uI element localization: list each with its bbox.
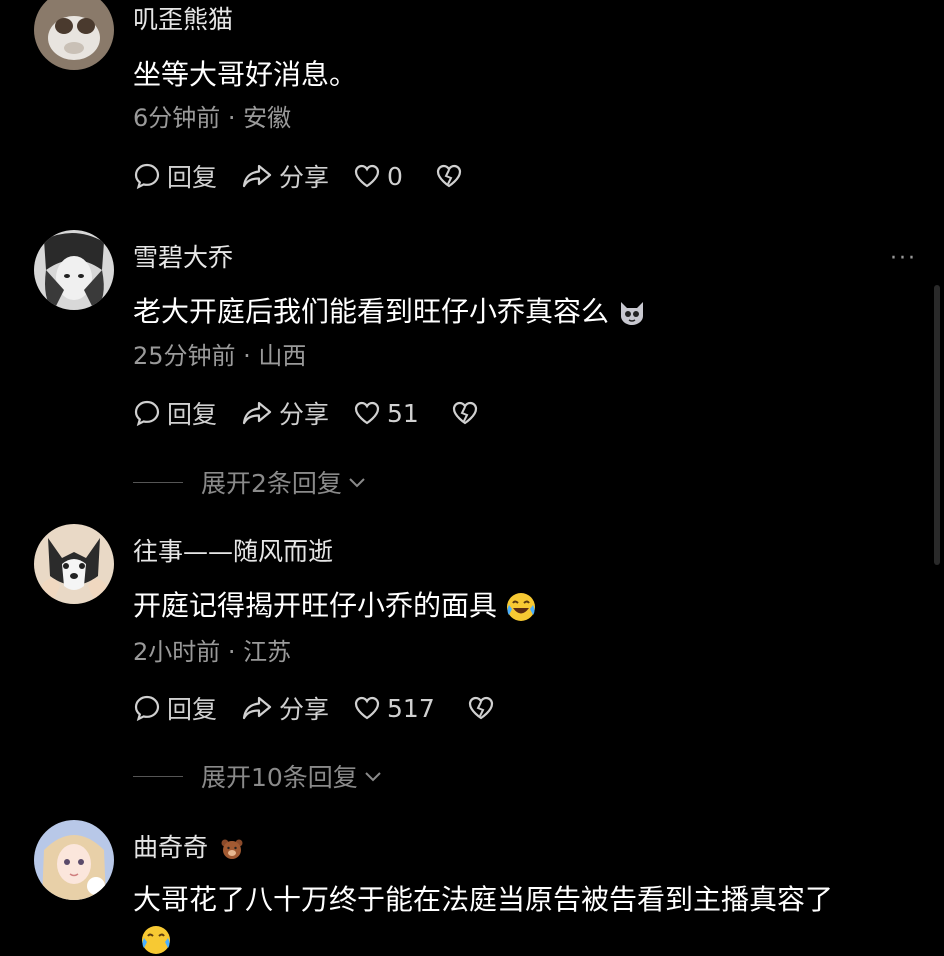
chevron-down-icon bbox=[349, 478, 365, 488]
expand-replies-button[interactable]: 展开2条回复 bbox=[133, 464, 368, 500]
comment-bubble-icon bbox=[134, 400, 160, 427]
comment-text-body: 老大开庭后我们能看到旺仔小乔真容么 bbox=[133, 295, 610, 328]
username-label: 曲奇奇 bbox=[133, 833, 209, 862]
comment-text: 开庭记得揭开旺仔小乔的面具 bbox=[133, 584, 537, 624]
share-arrow-icon bbox=[242, 696, 272, 720]
like-count: 0 bbox=[387, 161, 403, 191]
expand-replies-button[interactable]: 展开10条回复 bbox=[133, 758, 384, 794]
share-label: 分享 bbox=[279, 163, 330, 192]
dislike-button[interactable] bbox=[451, 399, 485, 427]
like-button[interactable]: 517 bbox=[353, 694, 435, 723]
avatar[interactable] bbox=[34, 820, 114, 900]
share-label: 分享 bbox=[279, 695, 330, 724]
comment-actions: 回复 分享 51 bbox=[133, 397, 485, 429]
avatar[interactable] bbox=[34, 524, 114, 604]
broken-heart-icon bbox=[468, 696, 493, 720]
comment-actions: 回复 分享 0 bbox=[133, 160, 469, 192]
expand-replies-label: 展开10条回复 bbox=[201, 763, 358, 792]
comment-meta: 25分钟前 · 山西 bbox=[133, 342, 307, 370]
share-button[interactable]: 分享 bbox=[241, 690, 329, 726]
laughing-crying-emoji-icon bbox=[507, 593, 536, 621]
heart-icon bbox=[354, 401, 380, 425]
like-count: 517 bbox=[387, 693, 435, 723]
reply-label: 回复 bbox=[167, 400, 218, 429]
comment-bubble-icon bbox=[134, 695, 160, 722]
cat-emoji-icon bbox=[621, 302, 644, 325]
share-label: 分享 bbox=[279, 400, 330, 429]
comment-meta: 2小时前 · 江苏 bbox=[133, 638, 292, 666]
comment-text-body: 开庭记得揭开旺仔小乔的面具 bbox=[133, 589, 498, 622]
bear-emoji-icon bbox=[221, 839, 243, 859]
comment-meta: 6分钟前 · 安徽 bbox=[133, 104, 292, 132]
expand-replies-label: 展开2条回复 bbox=[201, 469, 342, 498]
laughing-crying-emoji-icon bbox=[142, 926, 170, 954]
share-arrow-icon bbox=[242, 164, 272, 188]
reply-button[interactable]: 回复 bbox=[133, 395, 217, 431]
like-count: 51 bbox=[387, 398, 419, 428]
dislike-button[interactable] bbox=[467, 694, 501, 722]
broken-heart-icon bbox=[436, 164, 462, 188]
reply-label: 回复 bbox=[167, 163, 218, 192]
share-arrow-icon bbox=[242, 401, 272, 425]
divider-line bbox=[133, 775, 183, 777]
share-button[interactable]: 分享 bbox=[241, 158, 329, 194]
like-button[interactable]: 51 bbox=[353, 399, 419, 428]
heart-icon bbox=[354, 164, 380, 188]
avatar[interactable] bbox=[34, 0, 114, 70]
heart-icon bbox=[354, 696, 380, 720]
more-options-button[interactable]: ··· bbox=[890, 246, 917, 271]
username[interactable]: 曲奇奇 bbox=[133, 828, 244, 864]
comment-text: 老大开庭后我们能看到旺仔小乔真容么 bbox=[133, 290, 647, 330]
username[interactable]: 叽歪熊猫 bbox=[133, 0, 233, 36]
comment-bubble-icon bbox=[134, 163, 160, 190]
comment-actions: 回复 分享 517 bbox=[133, 692, 501, 724]
comment-text: 大哥花了八十万终于能在法庭当原告被告看到主播真容了 bbox=[133, 883, 834, 916]
username[interactable]: 雪碧大乔 bbox=[133, 238, 233, 274]
share-button[interactable]: 分享 bbox=[241, 395, 329, 431]
reply-button[interactable]: 回复 bbox=[133, 158, 217, 194]
username[interactable]: 往事——随风而逝 bbox=[133, 532, 333, 568]
chevron-down-icon bbox=[365, 772, 381, 782]
broken-heart-icon bbox=[452, 401, 477, 425]
dislike-button[interactable] bbox=[435, 162, 469, 190]
reply-button[interactable]: 回复 bbox=[133, 690, 217, 726]
reply-label: 回复 bbox=[167, 695, 218, 724]
divider-line bbox=[133, 481, 183, 483]
like-button[interactable]: 0 bbox=[353, 162, 403, 191]
avatar[interactable] bbox=[34, 230, 114, 310]
scrollbar[interactable] bbox=[934, 285, 940, 565]
comment-text: 坐等大哥好消息。 bbox=[133, 58, 358, 91]
